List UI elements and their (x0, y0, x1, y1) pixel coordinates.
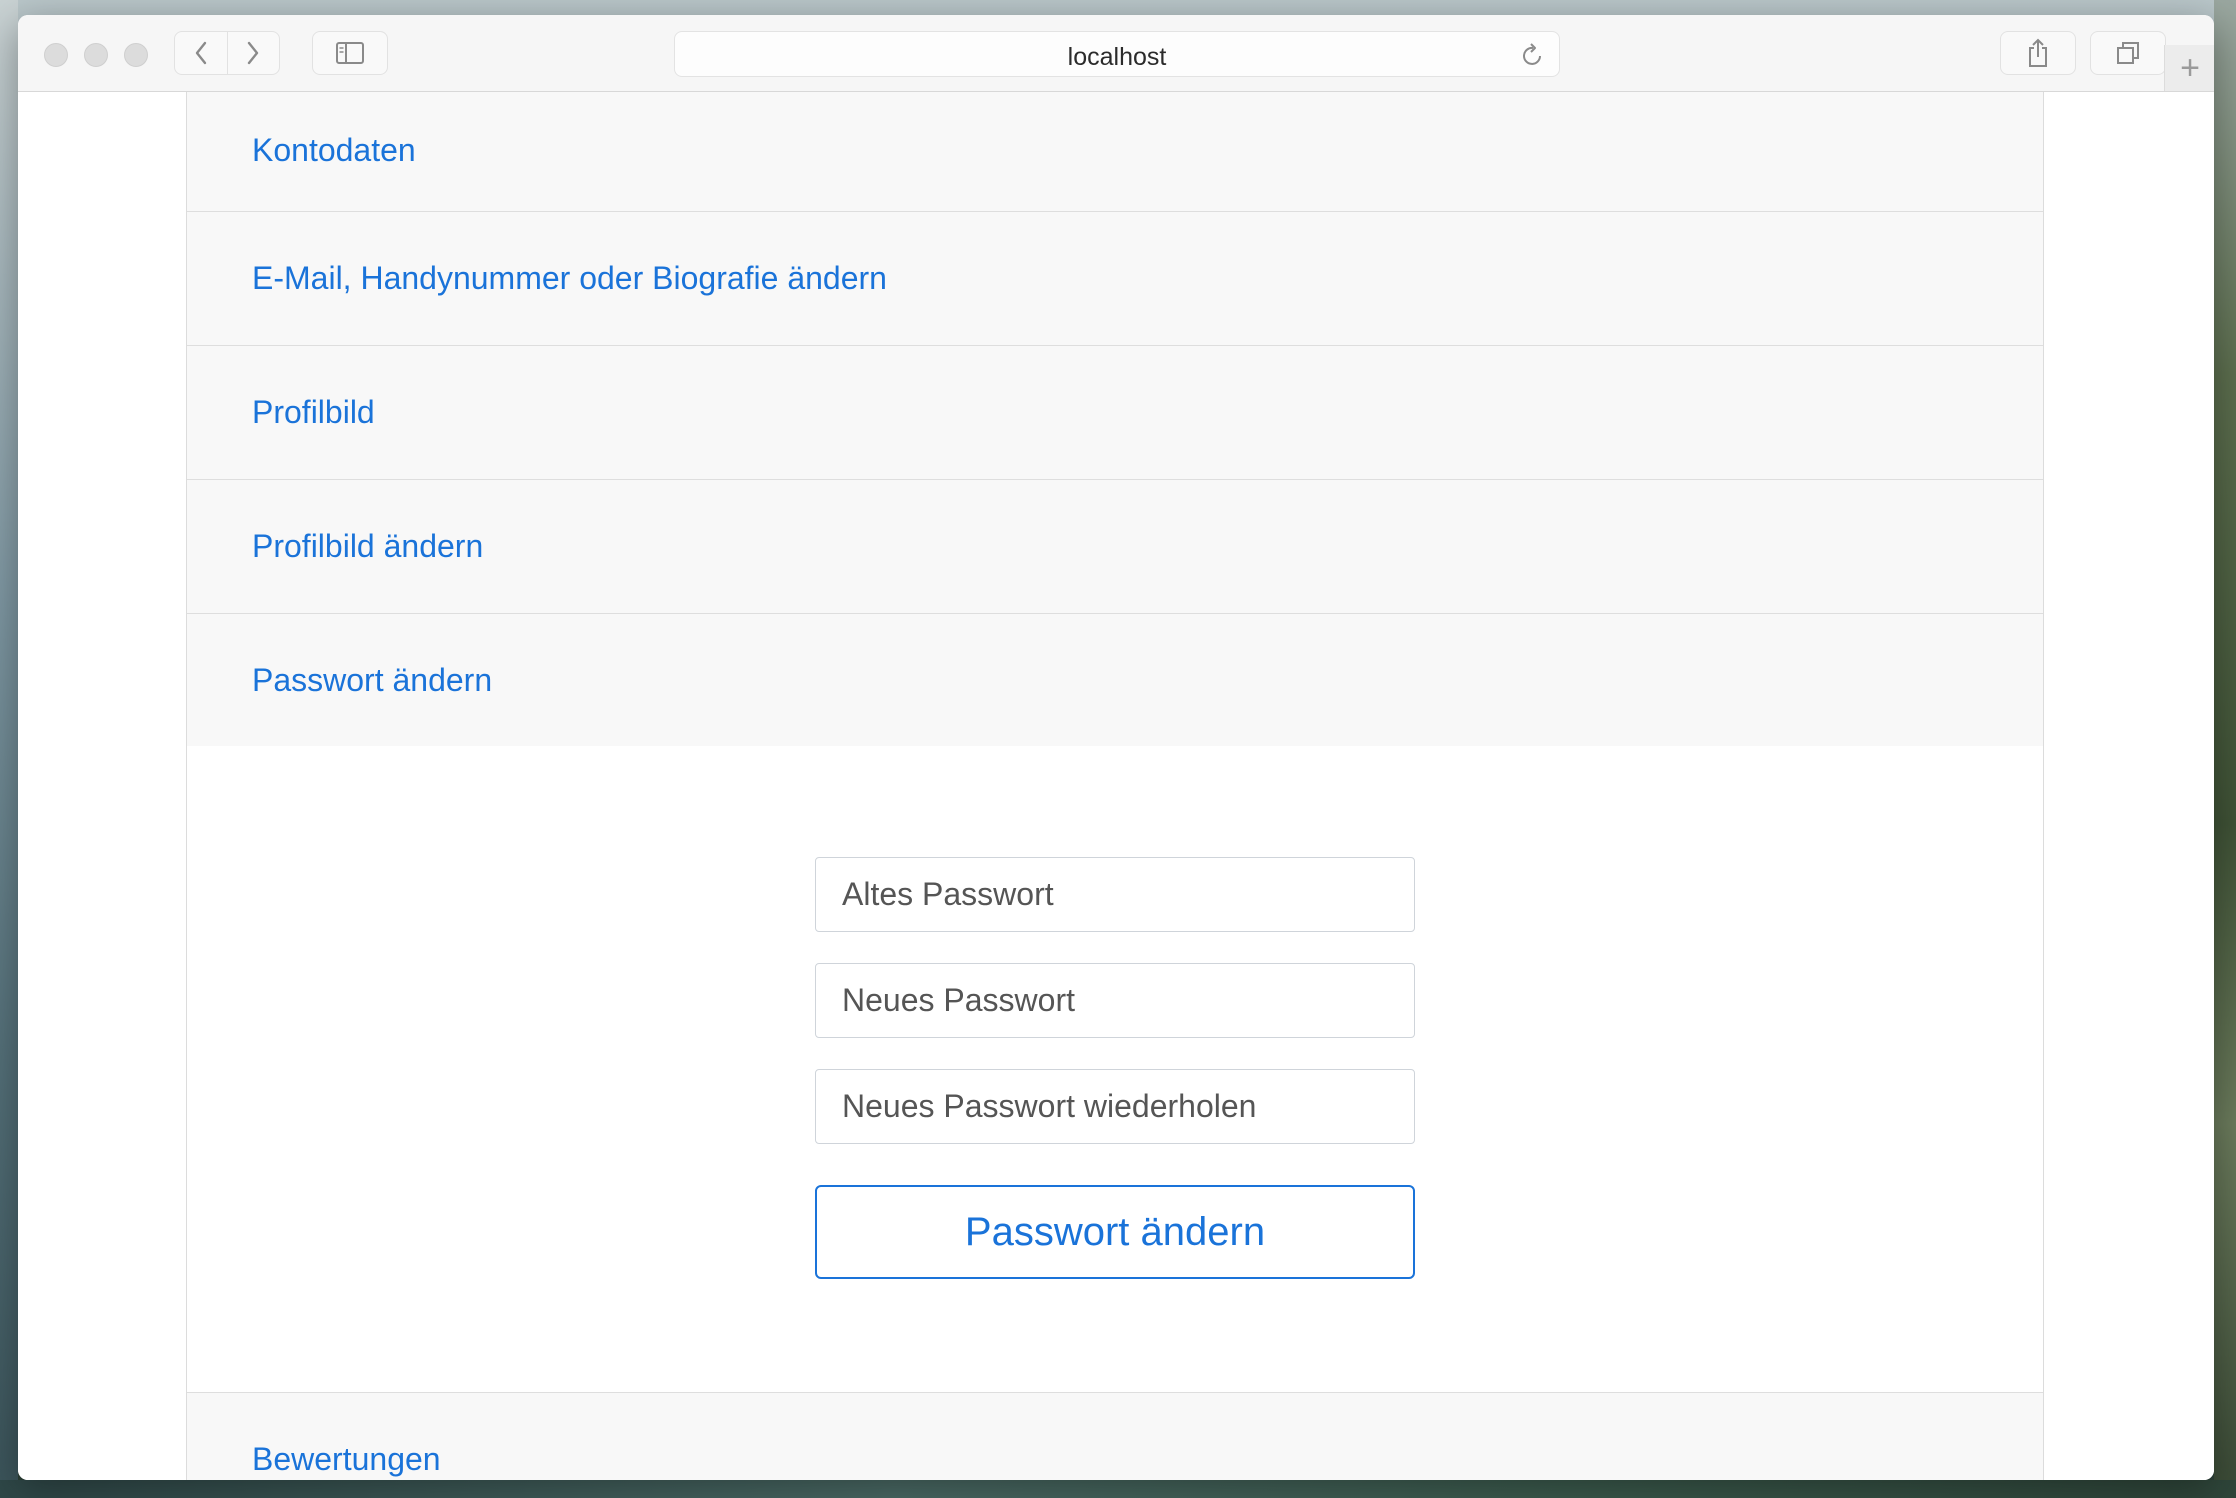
address-bar[interactable]: localhost (674, 31, 1560, 77)
zoom-window-button[interactable] (124, 43, 148, 67)
browser-toolbar: localhost + (18, 15, 2214, 92)
menu-item-profilbild: Profilbild (187, 346, 2043, 480)
minimize-window-button[interactable] (84, 43, 108, 67)
new-password-field[interactable] (815, 963, 1415, 1038)
settings-panel: Kontodaten E-Mail, Handynummer oder Biog… (186, 92, 2044, 1480)
browser-window: localhost + Kontodaten E-Mail, Handynumm… (18, 15, 2214, 1480)
menu-item-email-handy-bio: E-Mail, Handynummer oder Biografie änder… (187, 212, 2043, 346)
plus-icon: + (2180, 48, 2200, 87)
menu-link-profilbild[interactable]: Profilbild (252, 394, 375, 431)
menu-link-passwort-aendern[interactable]: Passwort ändern (252, 662, 492, 699)
menu-link-profilbild-aendern[interactable]: Profilbild ändern (252, 528, 483, 565)
chevron-left-icon (195, 41, 206, 65)
tabs-overview-button[interactable] (2090, 31, 2166, 75)
menu-link-kontodaten[interactable]: Kontodaten (252, 132, 416, 169)
menu-item-profilbild-aendern: Profilbild ändern (187, 480, 2043, 614)
menu-item-bewertungen: Bewertungen (187, 1392, 2043, 1480)
sidebar-icon (336, 42, 364, 64)
new-tab-button[interactable]: + (2164, 45, 2214, 91)
menu-link-email-handy-bio[interactable]: E-Mail, Handynummer oder Biografie änder… (252, 260, 887, 297)
menu-link-bewertungen[interactable]: Bewertungen (252, 1441, 441, 1478)
share-icon (2029, 38, 2047, 67)
reload-button[interactable] (1521, 42, 1545, 73)
navigation-buttons (174, 31, 280, 75)
back-button[interactable] (175, 32, 227, 74)
forward-button[interactable] (226, 32, 280, 74)
sidebar-toggle-button[interactable] (312, 31, 388, 75)
desktop-background-left (0, 0, 18, 1498)
tabs-overview-icon (2117, 42, 2139, 64)
old-password-field[interactable] (815, 857, 1415, 932)
repeat-password-field[interactable] (815, 1069, 1415, 1144)
desktop-background-right (2214, 0, 2236, 1498)
share-button[interactable] (2000, 31, 2076, 75)
close-window-button[interactable] (44, 43, 68, 67)
menu-item-passwort-aendern: Passwort ändern (187, 614, 2043, 748)
change-password-button[interactable]: Passwort ändern (815, 1185, 1415, 1279)
page-content: Kontodaten E-Mail, Handynummer oder Biog… (18, 92, 2214, 1480)
chevron-right-icon (248, 41, 259, 65)
reload-icon (1523, 43, 1541, 65)
address-text: localhost (1067, 43, 1167, 71)
desktop-background-bottom (0, 1480, 2236, 1498)
menu-item-kontodaten: Kontodaten (187, 92, 2043, 212)
